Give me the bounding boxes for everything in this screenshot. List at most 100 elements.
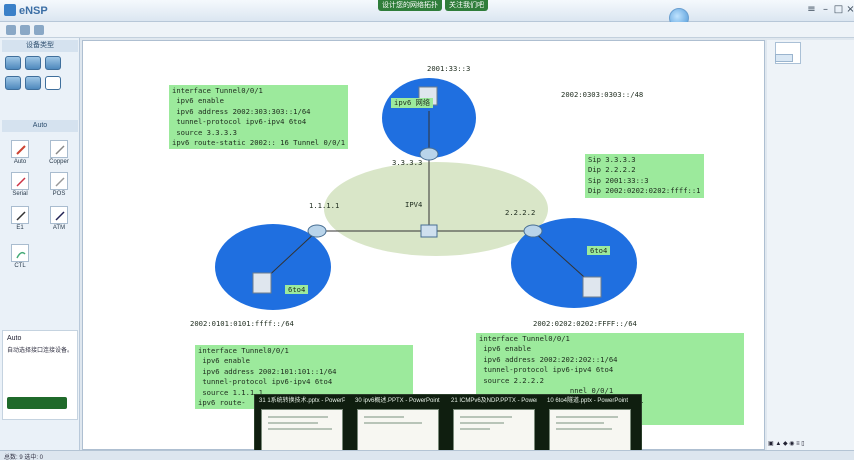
auto-cable-button[interactable] xyxy=(11,140,29,158)
status-text: 总数: 9 选中: 0 xyxy=(4,455,44,460)
note-line: Dip 2.2.2.2 xyxy=(588,165,636,175)
caption-button-design[interactable]: 设计您的网络拓扑 xyxy=(378,0,442,11)
cable-label-ctl: CTL xyxy=(14,263,26,269)
cable-label-e1: E1 xyxy=(16,225,24,231)
new-topology-icon[interactable] xyxy=(6,25,16,35)
note-line: interface Tunnel0/0/1 xyxy=(479,334,570,343)
topology-canvas[interactable]: interface Tunnel0/0/1 ipv6 enable ipv6 a… xyxy=(82,40,765,450)
info-action-button[interactable] xyxy=(7,397,67,409)
cable-label-atm: ATM xyxy=(52,225,66,231)
wlan-category-icon[interactable] xyxy=(45,56,61,70)
thumbnail-preview xyxy=(357,409,439,455)
note-line: ipv6 enable xyxy=(198,356,250,366)
note-line: interface Tunnel0/0/1 xyxy=(172,86,263,95)
copper-cable-icon xyxy=(55,145,65,155)
app-logo: eNSP xyxy=(4,4,48,17)
cable-label-copper: Copper xyxy=(49,159,69,165)
cable-info-text: 自动选择接口连接设备。 xyxy=(7,348,74,354)
note-line: Sip 2001:33::3 xyxy=(588,175,649,185)
note-top-left-config: interface Tunnel0/0/1 ipv6 enable ipv6 a… xyxy=(169,85,349,150)
ensp-logo-icon xyxy=(4,4,16,16)
note-line: tunnel-protocol ipv6-ipv4 6to4 xyxy=(172,117,307,127)
auto-cable-icon xyxy=(16,145,26,155)
serial-cable-icon xyxy=(16,177,26,187)
note-line: ipv6 enable xyxy=(479,344,531,354)
thumbnail-preview xyxy=(453,409,535,455)
serial-cable-button[interactable] xyxy=(11,172,29,190)
atm-cable-button[interactable] xyxy=(50,206,68,224)
note-line: tunnel-protocol ipv6-ipv4 6to4 xyxy=(479,365,614,375)
thumbnail-title: 31 1系统转换技术.pptx - PowerPoint xyxy=(259,398,345,404)
cables-section-title: Auto xyxy=(2,120,78,132)
app-title: eNSP xyxy=(19,5,48,17)
cable-label-auto: Auto xyxy=(13,159,27,165)
center-router-ip: 3.3.3.3 xyxy=(392,158,423,167)
thumbnail-preview xyxy=(549,409,631,455)
note-line: source 3.3.3.3 xyxy=(172,127,237,137)
e1-cable-button[interactable] xyxy=(11,206,29,224)
thumbnail-title: 21 ICMPv6及NDP.PPTX - PowerPoint xyxy=(451,398,537,404)
router-category-icon[interactable] xyxy=(5,56,21,70)
menu-icon[interactable]: ≡ xyxy=(806,4,817,15)
overview-viewport[interactable] xyxy=(775,54,793,62)
right-net-label: 6to4 xyxy=(587,246,611,255)
pc-category-icon[interactable] xyxy=(5,76,21,90)
left-router[interactable] xyxy=(307,224,327,238)
tray-icons[interactable]: ▣ ▲ ◆ ◉ ≡ ▯ xyxy=(768,440,805,448)
cable-info-title: Auto xyxy=(7,335,22,342)
pos-cable-button[interactable] xyxy=(50,172,68,190)
maximize-icon[interactable]: □ xyxy=(833,4,844,15)
note-line: tunnel-protocol ipv6-ipv4 6to4 xyxy=(198,377,333,387)
note-packet-headers: Sip 3.3.3.3 Dip 2.2.2.2 Sip 2001:33::3 Dip … xyxy=(585,154,704,198)
title-bar: eNSP 设计您的网络拓扑 关注我们吧 ≡ – □ × xyxy=(0,0,854,28)
ctl-cable-icon xyxy=(16,251,26,259)
save-icon[interactable] xyxy=(34,25,44,35)
caption-button-follow[interactable]: 关注我们吧 xyxy=(445,0,488,11)
left-pc[interactable] xyxy=(252,272,272,294)
note-line: Dip 2002:0202:0202:ffff::1 xyxy=(588,186,701,196)
toolbar xyxy=(0,22,854,38)
note-line: interface Tunnel0/0/1 xyxy=(198,346,289,355)
status-bar: 总数: 9 选中: 0 xyxy=(0,450,854,460)
prefix-top-right: 2002:0303:0303::/48 xyxy=(561,90,644,99)
note-line: Sip 3.3.3.3 xyxy=(588,155,636,164)
prefix-right: 2002:0202:0202:FFFF::/64 xyxy=(533,319,637,328)
open-icon[interactable] xyxy=(20,25,30,35)
cable-info-panel: Auto 自动选择接口连接设备。 xyxy=(2,330,78,420)
note-line: ipv6 enable xyxy=(172,96,224,106)
right-router[interactable] xyxy=(523,224,543,238)
device-palette: 设备类型 Auto Auto Copper Serial POS E1 ATM … xyxy=(0,38,80,450)
ensp-window: eNSP 设计您的网络拓扑 关注我们吧 ≡ – □ × 设备类型 Auto Au… xyxy=(0,0,854,460)
right-router-ip: 2.2.2.2 xyxy=(505,208,536,217)
thumbnail-preview xyxy=(261,409,343,455)
note-line: ipv6 address 2002:303:303::1/64 xyxy=(172,106,311,116)
note-line: source 2.2.2.2 xyxy=(479,375,544,385)
top-net-label: ipv6 网络 xyxy=(391,98,434,108)
ctl-cable-button[interactable] xyxy=(11,244,29,262)
note-line: ipv6 address 2002:101:101::1/64 xyxy=(198,366,337,376)
center-router[interactable] xyxy=(419,147,439,161)
core-label: IPV4 xyxy=(405,200,423,209)
thumbnail-title: 30 ipv6概述.PPTX - PowerPoint xyxy=(355,398,440,404)
note-line: ipv6 address 2002:202:202::1/64 xyxy=(479,354,618,364)
left-router-ip: 1.1.1.1 xyxy=(309,201,340,210)
note-line: ipv6 route-static 2002:: 16 Tunnel 0/0/1 xyxy=(172,138,346,148)
prefix-left: 2002:0101:0101:ffff::/64 xyxy=(190,319,294,328)
minimize-icon[interactable]: – xyxy=(820,4,831,15)
top-ipv6-address: 2001:33::3 xyxy=(427,64,471,73)
left-net-label: 6to4 xyxy=(285,285,309,294)
thumbnail-title: 10 6to4隧道.pptx - PowerPoint xyxy=(547,398,629,404)
cable-label-serial: Serial xyxy=(12,191,28,197)
cloud-category-icon[interactable] xyxy=(25,76,41,90)
pos-cable-icon xyxy=(55,177,65,187)
right-panel xyxy=(767,40,854,450)
close-icon[interactable]: × xyxy=(845,4,854,15)
right-pc[interactable] xyxy=(582,276,602,298)
copper-cable-button[interactable] xyxy=(50,140,68,158)
switch-category-icon[interactable] xyxy=(25,56,41,70)
cable-label-pos: POS xyxy=(52,191,66,197)
cable-category-icon[interactable] xyxy=(45,76,61,90)
core-switch[interactable] xyxy=(420,224,438,238)
palette-section-title: 设备类型 xyxy=(2,40,78,52)
atm-cable-icon xyxy=(55,211,65,221)
